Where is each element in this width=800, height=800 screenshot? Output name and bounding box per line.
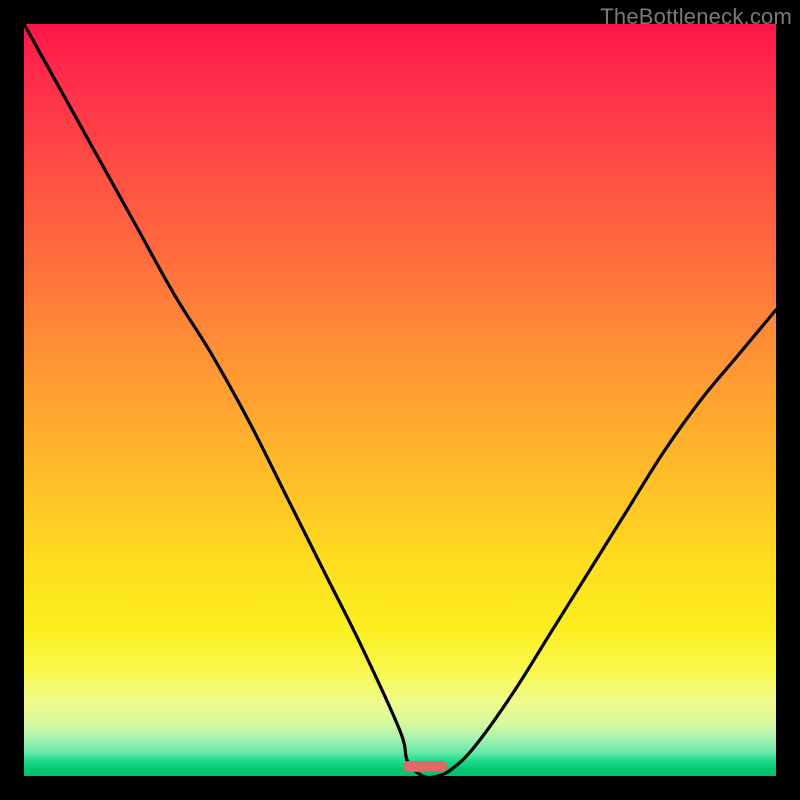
plot-area xyxy=(24,24,776,776)
optimal-marker xyxy=(403,761,447,772)
chart-stage: TheBottleneck.com xyxy=(0,0,800,800)
bottleneck-curve-path xyxy=(24,24,776,776)
bottleneck-curve xyxy=(24,24,776,776)
